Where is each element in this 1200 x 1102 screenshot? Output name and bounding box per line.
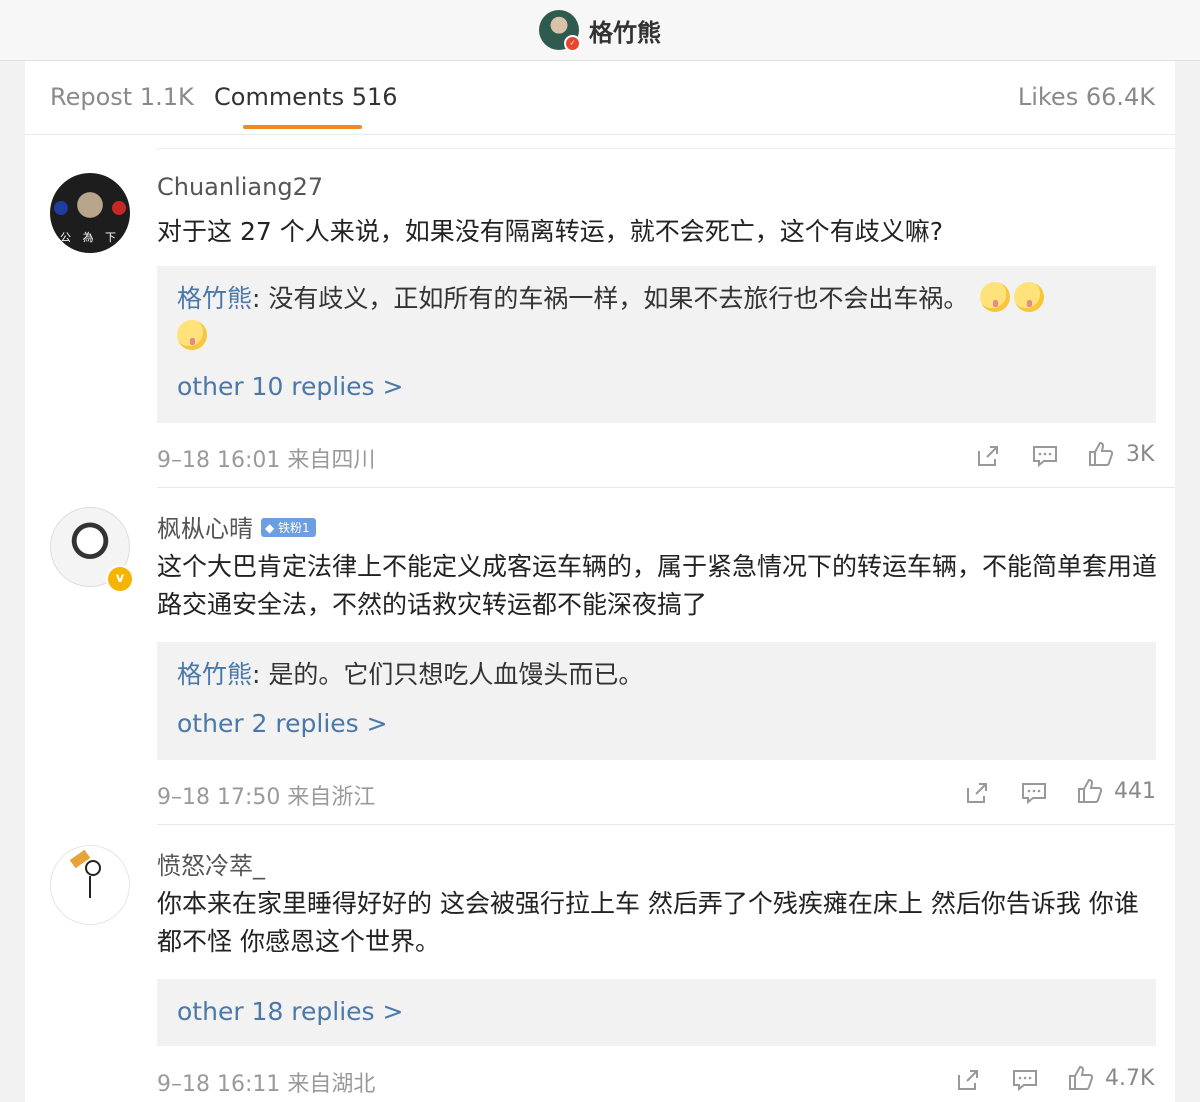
avatar[interactable] [50, 845, 130, 925]
other-replies-link[interactable]: other 18 replies > [177, 997, 403, 1026]
author-name[interactable]: 格竹熊 [589, 13, 661, 48]
comment-text: 这个大巴肯定法律上不能定义成客运车辆的，属于紧急情况下的转运车辆，不能简单套用道… [157, 552, 1158, 619]
username[interactable]: Chuanliang27 [157, 173, 323, 201]
comments-panel: Repost 1.1K Comments 516 Likes 66.4K 公 為… [25, 61, 1175, 1102]
comment-meta: 9–18 16:01 来自四川 [157, 448, 376, 473]
author-avatar[interactable]: ✓ [539, 10, 581, 52]
reply-text: : 没有歧义，正如所有的车祸一样，如果不去旅行也不会出车祸。 [252, 284, 969, 313]
shush-emoji-icon [980, 282, 1011, 312]
verified-icon: v [106, 565, 134, 593]
avatar-glyphs: 公 為 下 [60, 231, 120, 244]
reply-preview: 格竹熊: 是的。它们只想吃人血馒头而已。 [177, 656, 1137, 694]
like-count: 4.7K [1105, 1066, 1155, 1091]
verified-icon: ✓ [564, 35, 581, 52]
active-tab-indicator [243, 125, 362, 129]
flag-icon [112, 201, 126, 215]
fan-badge: ◆ 铁粉1 [261, 517, 316, 537]
reply-box[interactable]: other 18 replies > [157, 979, 1156, 1046]
divider [156, 148, 1175, 149]
username-row: 枫枞心晴 ◆ 铁粉1 [157, 509, 316, 544]
avatar[interactable]: 公 為 下 [50, 173, 130, 253]
tab-bar: Repost 1.1K Comments 516 Likes 66.4K [25, 61, 1175, 135]
username[interactable]: 枫枞心晴 [157, 515, 253, 543]
tab-repost[interactable]: Repost 1.1K [50, 83, 194, 111]
reply-box[interactable]: 格竹熊: 没有歧义，正如所有的车祸一样，如果不去旅行也不会出车祸。 other … [157, 266, 1156, 423]
other-replies-link[interactable]: other 2 replies > [177, 709, 388, 738]
avatar-figure-head [85, 860, 101, 876]
comment-text: 你本来在家里睡得好好的 这会被强行拉上车 然后弄了个残疾瘫在床上 然后你告诉我 … [157, 889, 1139, 956]
thumbs-up-icon[interactable] [1088, 441, 1114, 467]
like-count: 3K [1126, 442, 1155, 467]
comment-meta: 9–18 16:11 来自湖北 [157, 1072, 376, 1097]
divider [157, 487, 1175, 488]
share-icon[interactable] [975, 443, 1001, 469]
share-icon[interactable] [955, 1067, 981, 1093]
top-bar: ✓ 格竹熊 [0, 0, 1200, 61]
shush-emoji-icon [177, 320, 207, 350]
shush-emoji-icon [1014, 282, 1045, 312]
comment-icon[interactable] [1012, 1067, 1038, 1093]
tab-likes[interactable]: Likes 66.4K [1018, 83, 1155, 111]
divider [157, 824, 1175, 825]
other-replies-link[interactable]: other 10 replies > [177, 372, 403, 401]
reply-text: : 是的。它们只想吃人血馒头而已。 [252, 660, 644, 689]
username[interactable]: 愤怒冷萃_ [157, 846, 265, 881]
reply-author[interactable]: 格竹熊 [177, 660, 252, 689]
tab-comments[interactable]: Comments 516 [214, 83, 398, 111]
reply-author[interactable]: 格竹熊 [177, 284, 252, 313]
thumbs-up-icon[interactable] [1068, 1065, 1094, 1091]
comment-icon[interactable] [1032, 443, 1058, 469]
fan-badge-label: 铁粉1 [278, 520, 310, 535]
thumbs-up-icon[interactable] [1077, 778, 1103, 804]
avatar-figure-body [89, 876, 91, 898]
flag-icon [54, 201, 68, 215]
share-icon[interactable] [964, 780, 990, 806]
comment-text: 对于这 27 个人来说，如果没有隔离转运，就不会死亡，这个有歧义嘛? [157, 217, 943, 246]
reply-preview: 格竹熊: 没有歧义，正如所有的车祸一样，如果不去旅行也不会出车祸。 [177, 280, 1137, 356]
reply-box[interactable]: 格竹熊: 是的。它们只想吃人血馒头而已。 other 2 replies > [157, 642, 1156, 760]
comment-icon[interactable] [1021, 780, 1047, 806]
like-count: 441 [1114, 779, 1156, 804]
comment-meta: 9–18 17:50 来自浙江 [157, 785, 376, 810]
